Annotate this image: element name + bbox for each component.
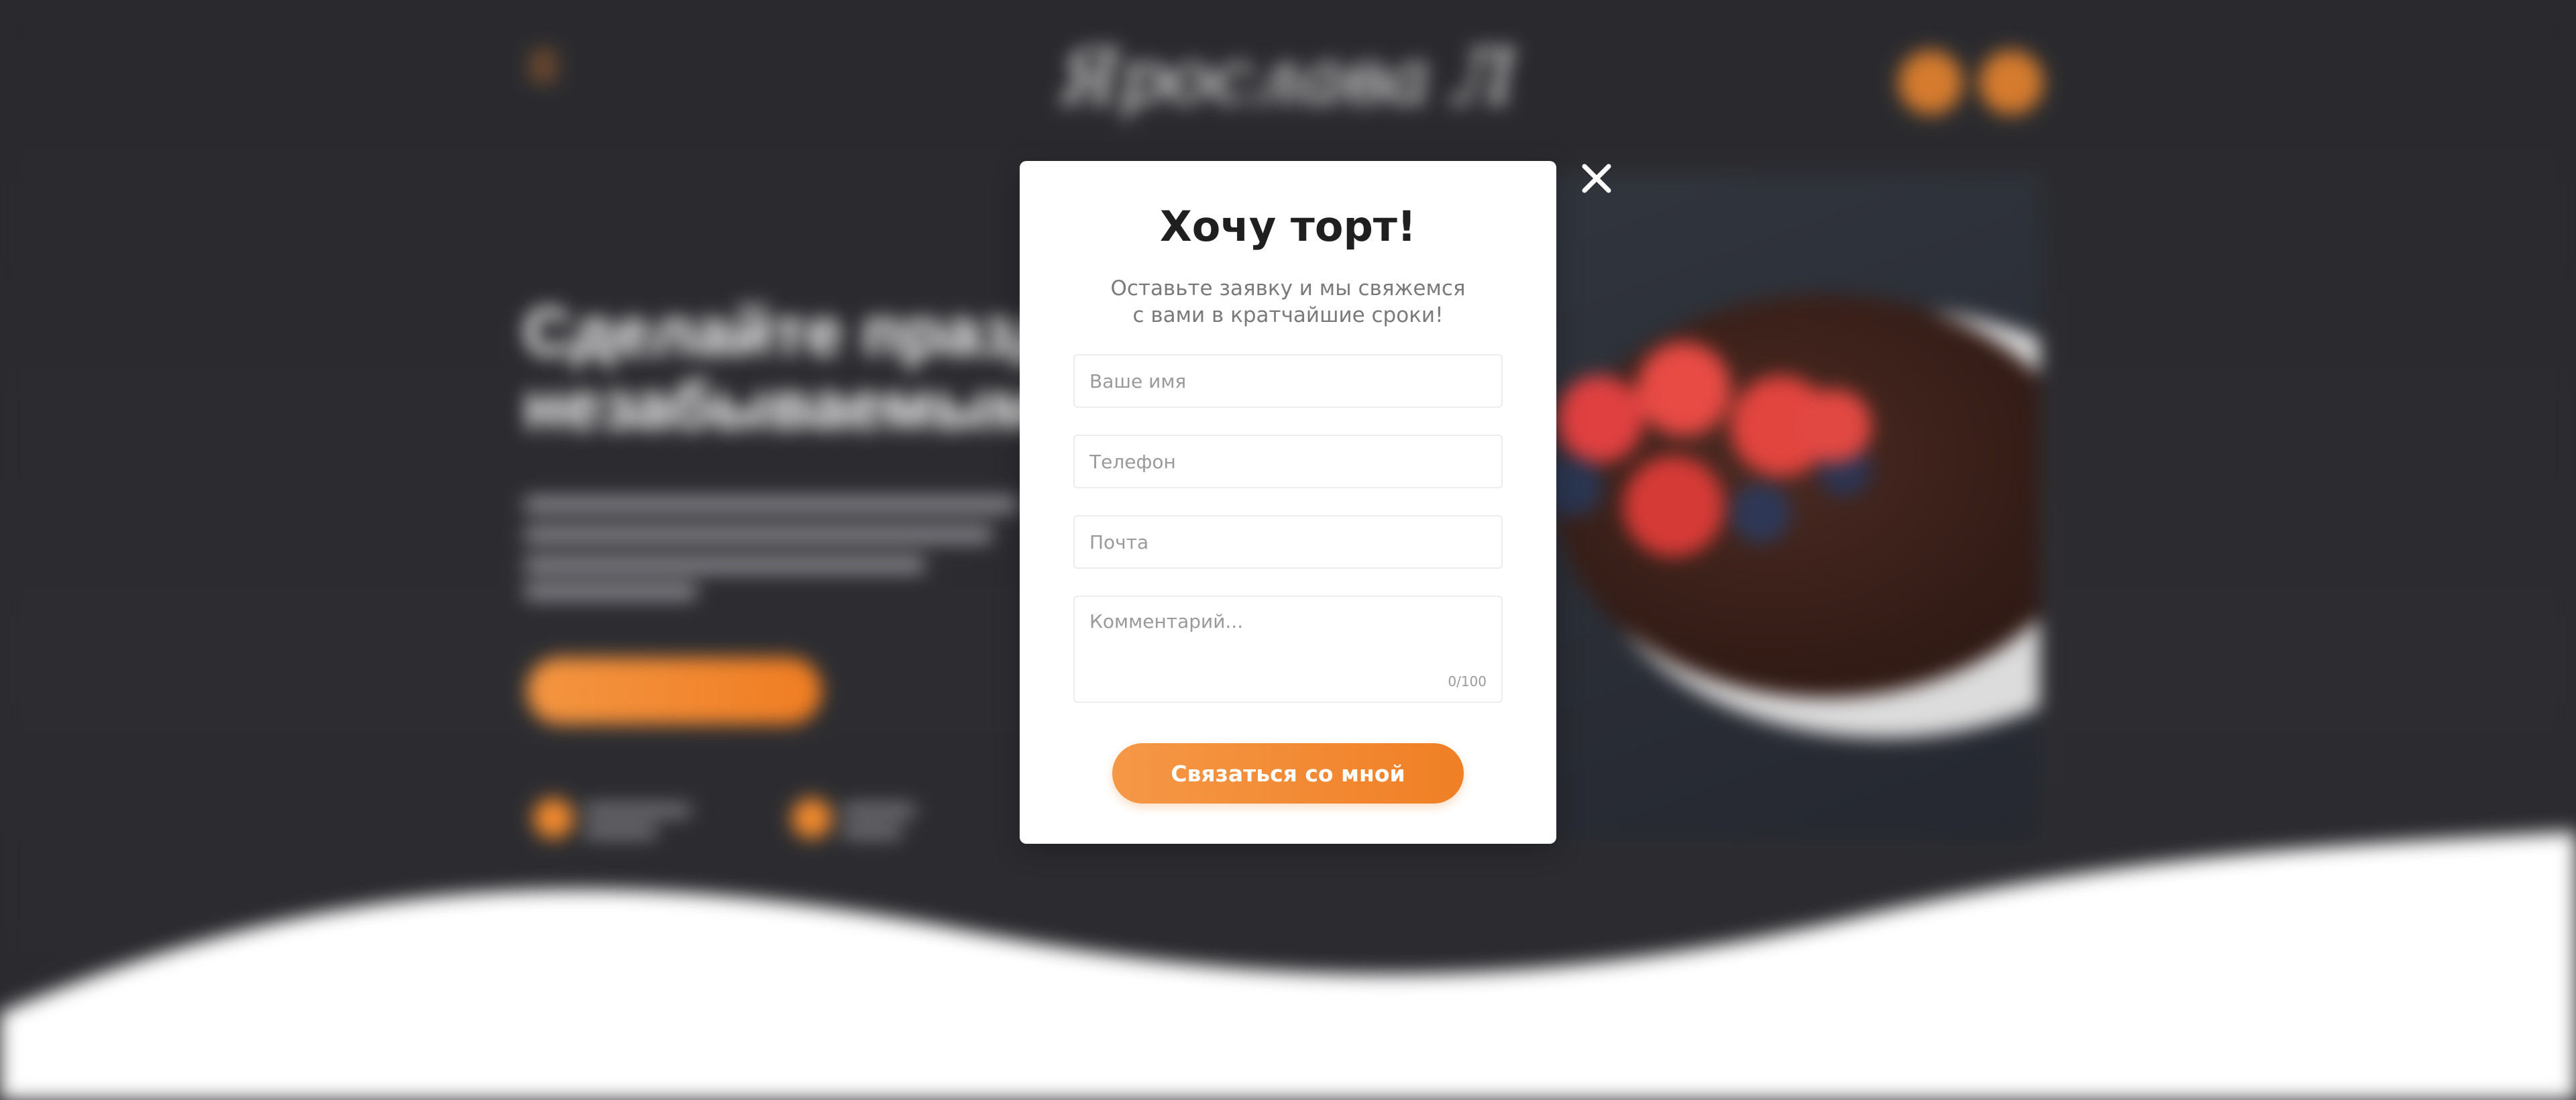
hero-text-line [523,584,698,600]
comment-field: 0/100 [1073,596,1503,703]
close-modal-button[interactable] [1575,157,1618,200]
strawberry [1623,456,1724,557]
email-field [1073,515,1503,569]
comment-char-counter: 0/100 [1448,673,1487,690]
modal-title: Хочу торт! [1159,202,1417,251]
comment-textarea[interactable] [1075,597,1501,702]
submit-button[interactable]: Связаться со мной [1112,743,1464,804]
phone-input[interactable] [1075,436,1501,487]
social-icon [1898,50,1963,115]
strawberry [1556,376,1644,463]
strawberry [1637,342,1731,436]
hero-text-line [523,557,926,573]
site-logo: Ярослава Лисина [1060,37,1516,117]
close-icon [1582,164,1611,193]
strawberry [1798,389,1872,463]
modal-subtitle-line: Оставьте заявку и мы свяжемся [1110,276,1466,300]
name-field [1073,354,1503,408]
email-input[interactable] [1075,516,1501,567]
name-input[interactable] [1075,355,1501,406]
blueberry [1731,483,1791,543]
phone-field [1073,435,1503,488]
modal-subtitle: Оставьте заявку и мы свяжемся с вами в к… [1087,275,1489,329]
social-icon [1979,50,2043,115]
modal-subtitle-line: с вами в кратчайшие сроки! [1132,303,1444,327]
order-modal: Хочу торт! Оставьте заявку и мы свяжемся… [1020,161,1556,844]
cake-photo [1503,174,2039,838]
menu-icon: ☰ [527,47,560,87]
hero-text-line [523,496,1020,512]
hero-cta-button [527,657,822,724]
hero-text-line [523,527,993,543]
